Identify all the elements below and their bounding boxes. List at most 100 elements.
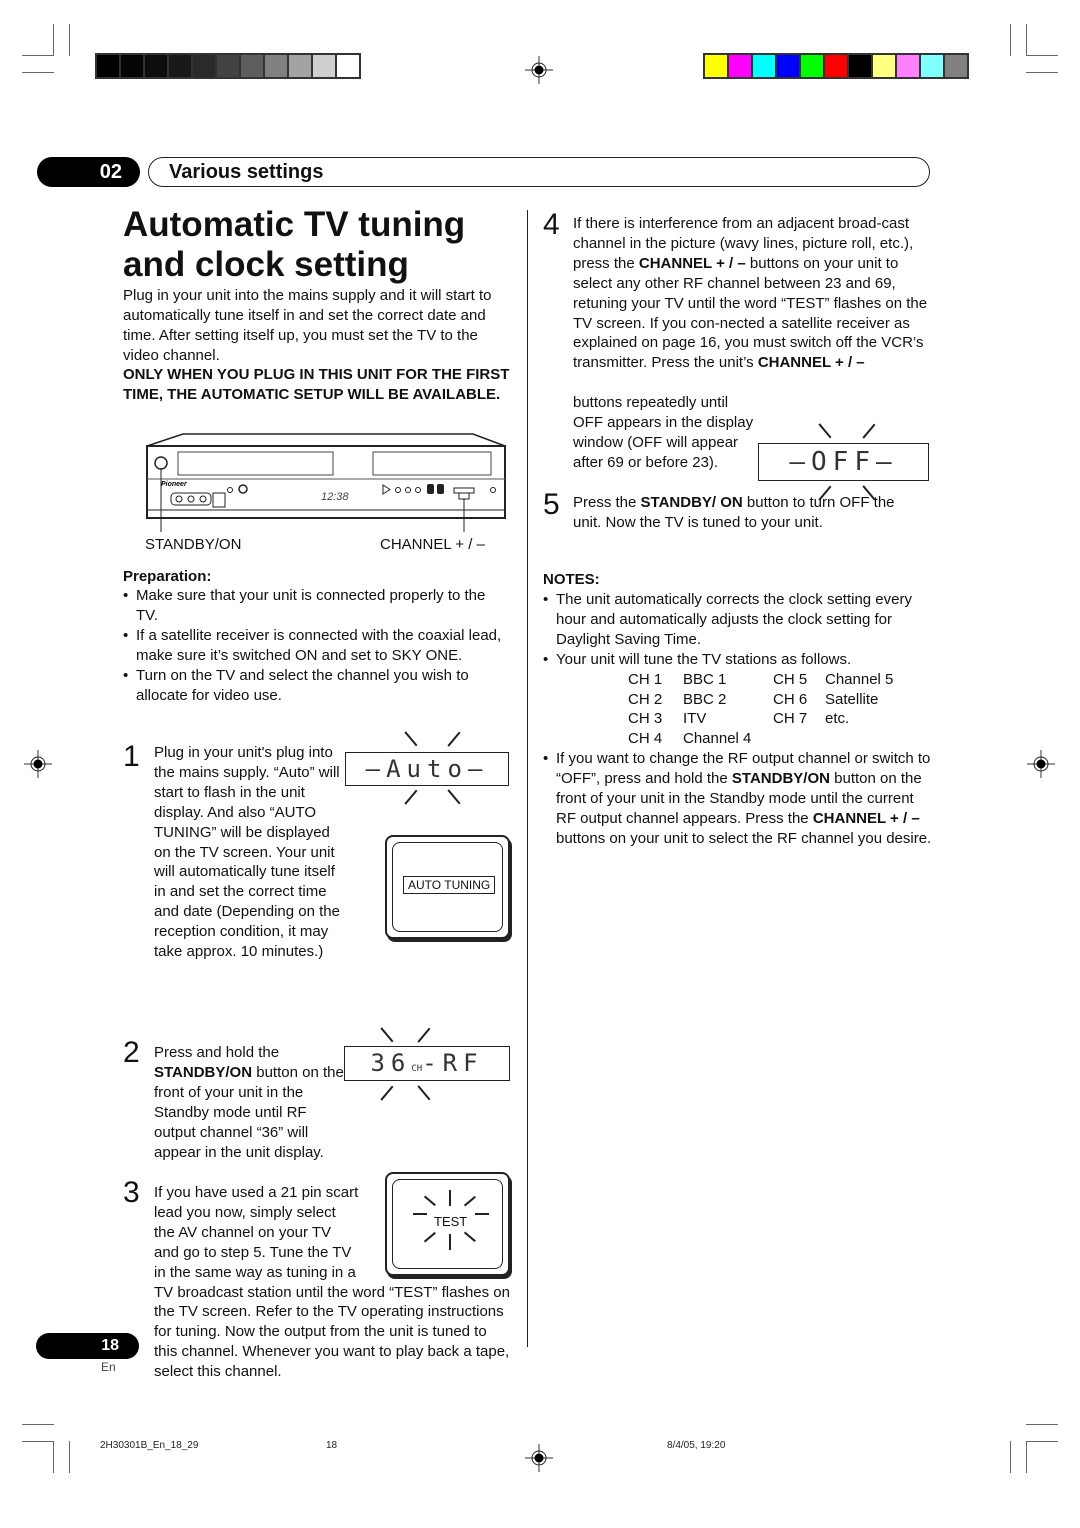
channel-cell: BBC 2 bbox=[683, 690, 727, 708]
gray-swatch bbox=[145, 55, 167, 77]
step-number: 2 bbox=[123, 1036, 140, 1069]
step-4-text: If there is interference from an adjacen… bbox=[573, 215, 928, 372]
step-1-text: Plug in your unit's plug into the mains … bbox=[154, 744, 340, 961]
warning-text: ONLY WHEN YOU PLUG IN THIS UNIT FOR THE … bbox=[123, 366, 510, 403]
channel-cell: Channel 4 bbox=[683, 730, 752, 748]
channel-cell: CH 2 bbox=[628, 690, 663, 708]
vcr-drawing-icon: Pioneer 12:38 bbox=[146, 433, 506, 532]
channel-cell bbox=[825, 729, 935, 749]
crop-mark bbox=[1026, 72, 1058, 73]
note-item: If you want to change the RF output chan… bbox=[543, 749, 933, 849]
channel-cell bbox=[773, 729, 825, 749]
crop-mark bbox=[1010, 24, 1011, 56]
lcd-display-off: —OFF— bbox=[758, 443, 929, 481]
channel-table: CH 1 BBC 1 CH 5 Channel 5 CH 2 BBC 2 CH 6 Satel… bbox=[556, 670, 933, 750]
channel-cell: CH 1 bbox=[628, 670, 663, 688]
gray-swatch bbox=[97, 55, 119, 77]
channel-cell: CH 3 bbox=[628, 710, 663, 728]
step-number: 3 bbox=[123, 1176, 140, 1209]
page-title: Automatic TV tuning and clock setting bbox=[123, 205, 466, 284]
vcr-display-time: 12:38 bbox=[321, 491, 349, 503]
color-swatch bbox=[729, 55, 751, 77]
registration-mark-icon bbox=[525, 1444, 553, 1472]
preparation-item: Turn on the TV and select the channel yo… bbox=[123, 666, 508, 706]
color-swatch-bar bbox=[703, 53, 969, 79]
color-swatch bbox=[945, 55, 967, 77]
channel-cell: CH 5 bbox=[773, 670, 808, 688]
gray-swatch bbox=[241, 55, 263, 77]
grayscale-swatch-bar bbox=[95, 53, 361, 79]
vcr-front-panel-figure: Pioneer 12:38 bbox=[143, 432, 509, 532]
label-standby-on: STANDBY/ON bbox=[145, 536, 242, 553]
crop-mark bbox=[1026, 1424, 1058, 1425]
footer-date: 8/4/05, 19:20 bbox=[667, 1440, 726, 1451]
gray-swatch bbox=[193, 55, 215, 77]
chapter-number-badge: 02 bbox=[37, 157, 140, 187]
step-2-text: Press and hold the STANDBY/ON button on … bbox=[154, 1044, 344, 1161]
column-divider bbox=[527, 210, 528, 1347]
crop-mark bbox=[1010, 1441, 1011, 1473]
preparation-heading: Preparation: bbox=[123, 568, 212, 585]
crop-mark bbox=[22, 1424, 54, 1425]
color-swatch bbox=[753, 55, 775, 77]
channel-cell: etc. bbox=[825, 710, 850, 728]
note-item: The unit automatically corrects the cloc… bbox=[543, 590, 933, 650]
color-swatch bbox=[849, 55, 871, 77]
gray-swatch bbox=[337, 55, 359, 77]
lcd-display-auto: —Auto— bbox=[345, 752, 509, 786]
language-label: En bbox=[101, 1360, 116, 1374]
crop-mark bbox=[1026, 1441, 1058, 1442]
registration-mark-icon bbox=[525, 56, 553, 84]
crop-mark bbox=[53, 1441, 54, 1473]
preparation-list: Make sure that your unit is connected pr… bbox=[123, 586, 508, 705]
preparation-item: Make sure that your unit is connected pr… bbox=[123, 586, 508, 626]
lcd-display-36ch-rf: 36CH-RF bbox=[344, 1046, 510, 1081]
gray-swatch bbox=[121, 55, 143, 77]
label-channel: CHANNEL + / – bbox=[380, 536, 485, 553]
tv-screen-test: TEST bbox=[385, 1172, 510, 1276]
tv-screen-auto-tuning: AUTO TUNING bbox=[385, 835, 510, 939]
crop-mark bbox=[69, 24, 70, 56]
note-item: Your unit will tune the TV stations as f… bbox=[543, 650, 933, 750]
crop-mark bbox=[1026, 24, 1027, 56]
registration-mark-icon bbox=[24, 750, 52, 778]
svg-text:Pioneer: Pioneer bbox=[161, 481, 188, 488]
channel-cell: ITV bbox=[683, 710, 707, 728]
step-number: 4 bbox=[543, 208, 560, 241]
intro-paragraph: Plug in your unit into the mains supply … bbox=[123, 287, 492, 364]
notes-list: The unit automatically corrects the cloc… bbox=[543, 590, 933, 849]
preparation-item: If a satellite receiver is connected wit… bbox=[123, 626, 508, 666]
crop-mark bbox=[22, 55, 54, 56]
page-number-badge: 18 bbox=[36, 1333, 139, 1359]
channel-cell: CH 6 bbox=[773, 690, 808, 708]
crop-mark bbox=[1026, 55, 1058, 56]
step-number: 1 bbox=[123, 740, 140, 773]
gray-swatch bbox=[265, 55, 287, 77]
crop-mark bbox=[22, 72, 54, 73]
step-number: 5 bbox=[543, 488, 560, 521]
color-swatch bbox=[921, 55, 943, 77]
registration-mark-icon bbox=[1027, 750, 1055, 778]
gray-swatch bbox=[169, 55, 191, 77]
channel-cell: Channel 5 bbox=[825, 670, 894, 688]
crop-mark bbox=[1026, 1441, 1027, 1473]
notes-heading: NOTES: bbox=[543, 571, 600, 588]
crop-mark bbox=[22, 1441, 54, 1442]
crop-mark bbox=[69, 1441, 70, 1473]
color-swatch bbox=[897, 55, 919, 77]
gray-swatch bbox=[289, 55, 311, 77]
channel-cell: BBC 1 bbox=[683, 670, 727, 688]
color-swatch bbox=[825, 55, 847, 77]
gray-swatch bbox=[313, 55, 335, 77]
color-swatch bbox=[801, 55, 823, 77]
tv-test-label: TEST bbox=[434, 1214, 468, 1229]
footer-file-name: 2H30301B_En_18_29 bbox=[100, 1440, 199, 1451]
color-swatch bbox=[705, 55, 727, 77]
tv-auto-tuning-label: AUTO TUNING bbox=[403, 876, 496, 894]
color-swatch bbox=[873, 55, 895, 77]
channel-cell: Satellite bbox=[825, 690, 879, 708]
footer-page-number: 18 bbox=[326, 1440, 338, 1451]
color-swatch bbox=[777, 55, 799, 77]
step-5-text: Press the STANDBY/ ON button to turn OFF… bbox=[573, 494, 895, 531]
crop-mark bbox=[53, 24, 54, 56]
